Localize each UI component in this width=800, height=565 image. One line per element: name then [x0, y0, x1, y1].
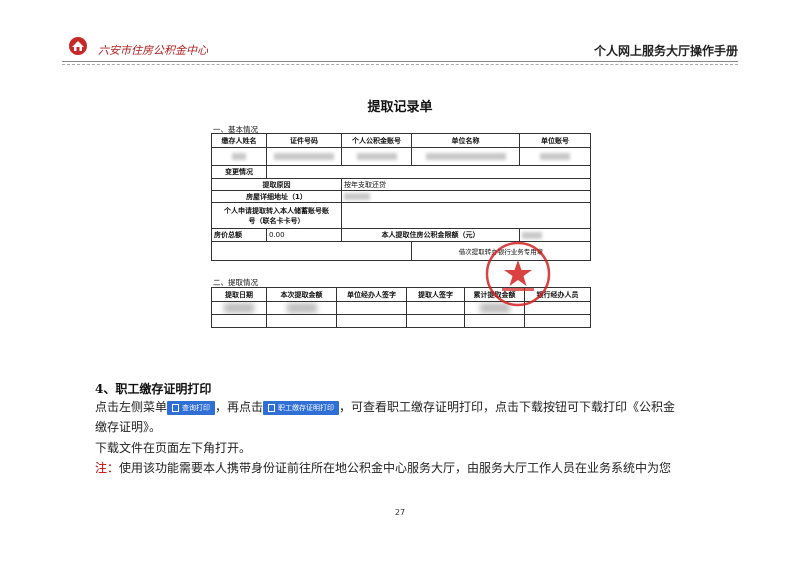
redacted-cell [211, 301, 267, 315]
download-note: 下载文件在页面左下角打开。 [95, 441, 252, 455]
official-seal-icon [485, 241, 551, 307]
reason-value: 按年支取还贷 [341, 178, 591, 191]
note-label: 注： [95, 461, 120, 475]
col-person-sign: 提取人签字 [406, 287, 465, 302]
col-unit-sign: 单位经办人签字 [336, 287, 407, 302]
section-heading: 4、职工缴存证明打印 [95, 382, 212, 396]
instruction-paragraph: 点击左侧菜单 查询打印 ，再点击 职工缴存证明打印 ，可查看职工缴存证明打印，点击下载按… [95, 400, 676, 434]
col-id: 证件号码 [266, 133, 342, 148]
col-employer-account: 单位账号 [519, 133, 591, 148]
redacted-cell [519, 147, 591, 166]
notice-paragraph: 注：使用该功能需要本人携带身份证前往所在地公积金中心服务大厅，由服务大厅工作人员… [95, 461, 672, 475]
col-amount: 本次提取金额 [266, 287, 337, 302]
page-header: 六安市住房公积金中心 个人网上服务大厅操作手册 [62, 36, 738, 62]
form-title: 提取记录单 [367, 100, 433, 115]
account-label: 个人申请提取转入本人储蓄账号账 号（联名卡卡号） [211, 202, 342, 229]
manual-title: 个人网上服务大厅操作手册 [593, 44, 738, 58]
address-label: 房屋详细地址（1） [211, 190, 342, 203]
page-number: 27 [394, 508, 406, 517]
housing-fund-logo-icon [69, 37, 87, 55]
col-employer: 单位名称 [411, 133, 520, 148]
document-icon [268, 403, 276, 412]
header-dashed-rule [62, 64, 738, 65]
redacted-cell [341, 190, 591, 203]
deposit-certificate-print-button[interactable]: 职工缴存证明打印 [263, 400, 340, 415]
redacted-cell [341, 147, 412, 166]
col-name: 缴存人姓名 [211, 133, 267, 148]
col-account: 个人公积金账号 [341, 133, 412, 148]
redacted-cell [266, 301, 337, 315]
query-print-menu-button[interactable]: 查询打印 [167, 400, 216, 415]
change-label: 变更情况 [211, 165, 267, 179]
print-icon [172, 403, 180, 412]
price-value: 0.00 [266, 228, 342, 242]
redacted-cell [411, 147, 520, 166]
col-date: 提取日期 [211, 287, 267, 302]
header-rule [62, 61, 738, 62]
org-name: 六安市住房公积金中心 [98, 44, 208, 57]
redacted-cell [266, 147, 342, 166]
price-label: 房价总额 [211, 228, 267, 242]
redacted-cell [211, 147, 267, 166]
reason-label: 提取原因 [211, 178, 342, 191]
